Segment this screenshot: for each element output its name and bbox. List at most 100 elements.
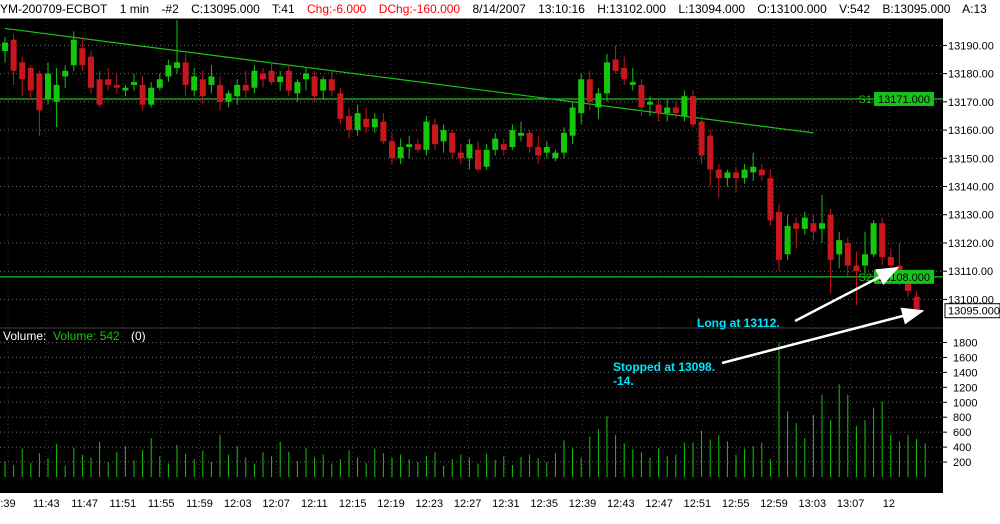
candle-body bbox=[466, 144, 473, 159]
candle bbox=[561, 127, 567, 159]
candle-body bbox=[217, 84, 223, 102]
candle bbox=[139, 76, 146, 111]
candle-body bbox=[784, 226, 791, 255]
candle-body bbox=[251, 70, 258, 88]
candle-body bbox=[354, 113, 361, 131]
time-tick-label: 12 bbox=[883, 498, 895, 510]
volume-tick-label: 800 bbox=[953, 412, 971, 424]
time-tick-label: 11:47 bbox=[71, 498, 98, 510]
time-tick-label: 11:51 bbox=[110, 498, 137, 510]
candle-body bbox=[79, 48, 86, 66]
candle-body bbox=[629, 82, 636, 85]
candle-body bbox=[569, 107, 576, 136]
candle-body bbox=[88, 56, 94, 88]
candle-body bbox=[380, 121, 387, 142]
time-tick-label: 12:55 bbox=[722, 498, 750, 510]
candle bbox=[346, 107, 352, 139]
candle-body bbox=[346, 115, 352, 131]
candle-body bbox=[36, 73, 43, 111]
price-volume-chart[interactable]: 13100.0013110.0013120.0013130.0013140.00… bbox=[0, 0, 1000, 524]
candle bbox=[225, 90, 232, 108]
candle bbox=[741, 163, 748, 184]
candle-body bbox=[647, 101, 653, 105]
candle bbox=[208, 65, 215, 94]
candlestick-series bbox=[2, 20, 920, 314]
candle bbox=[414, 138, 421, 153]
candle bbox=[432, 118, 438, 150]
candle bbox=[131, 73, 137, 91]
candle bbox=[174, 20, 180, 74]
candle bbox=[707, 130, 714, 187]
volume-tick-label: 1600 bbox=[953, 352, 977, 364]
candle bbox=[182, 53, 189, 97]
candle bbox=[509, 124, 516, 150]
candle-body bbox=[303, 73, 309, 80]
candle bbox=[492, 132, 499, 156]
candle bbox=[328, 70, 335, 97]
candle-body bbox=[449, 132, 456, 153]
support-levels bbox=[0, 98, 943, 278]
candle bbox=[389, 132, 395, 164]
candle bbox=[595, 87, 602, 119]
candle-body bbox=[277, 76, 284, 83]
candle bbox=[320, 76, 327, 100]
candle bbox=[113, 73, 120, 94]
price-tick-label: 13160.00 bbox=[948, 125, 994, 137]
candle-body bbox=[182, 62, 189, 85]
volume-title: Volume: bbox=[3, 329, 46, 343]
candle-body bbox=[612, 59, 619, 71]
volume-tick-label: 1000 bbox=[953, 397, 977, 409]
candle bbox=[156, 73, 163, 91]
candle bbox=[19, 56, 26, 97]
candle bbox=[27, 65, 34, 100]
volume-extra-label: (0) bbox=[131, 329, 146, 343]
candle bbox=[552, 149, 559, 162]
candle-body bbox=[311, 76, 318, 97]
candle bbox=[612, 45, 619, 74]
price-tick-label: 13130.00 bbox=[948, 210, 994, 222]
candle bbox=[724, 169, 731, 187]
time-tick-label: 13:07 bbox=[837, 498, 865, 510]
candle-body bbox=[397, 147, 404, 159]
candle-body bbox=[586, 79, 593, 102]
time-tick-label: 12:43 bbox=[607, 498, 635, 510]
candle bbox=[827, 209, 834, 294]
candle-body bbox=[492, 138, 499, 150]
price-tick-label: 13150.00 bbox=[948, 153, 994, 165]
time-tick-label: 12:27 bbox=[454, 498, 482, 510]
candle-body bbox=[672, 107, 679, 114]
time-tick-label: 12:51 bbox=[684, 498, 712, 510]
last-price-label: 13095.000 bbox=[948, 306, 1000, 318]
time-tick-label: 11:55 bbox=[148, 498, 175, 510]
time-tick-label: 12:11 bbox=[301, 498, 328, 510]
candle-body bbox=[870, 223, 877, 255]
candle-body bbox=[131, 82, 137, 85]
candle-body bbox=[561, 132, 567, 153]
candle-body bbox=[681, 96, 688, 116]
candle bbox=[578, 73, 585, 125]
candle bbox=[10, 34, 17, 85]
candle bbox=[569, 101, 576, 145]
candle bbox=[715, 163, 722, 198]
candle-body bbox=[242, 84, 249, 91]
candle bbox=[879, 217, 886, 266]
candle bbox=[148, 82, 155, 108]
candle-body bbox=[767, 178, 774, 221]
candle bbox=[277, 70, 284, 91]
candle-body bbox=[526, 132, 533, 148]
candle-body bbox=[457, 152, 464, 159]
candle bbox=[105, 67, 112, 91]
candle bbox=[870, 220, 877, 258]
candle-body bbox=[406, 144, 413, 148]
candle-body bbox=[45, 73, 51, 100]
candle-body bbox=[156, 79, 163, 88]
price-tick-label: 13140.00 bbox=[948, 182, 994, 194]
candle-body bbox=[810, 223, 817, 232]
candle bbox=[122, 84, 129, 97]
candle-body bbox=[174, 62, 180, 68]
time-tick-label: 12:39 bbox=[569, 498, 597, 510]
candle bbox=[767, 169, 774, 227]
candle bbox=[36, 70, 43, 136]
candle bbox=[79, 36, 86, 71]
candle-body bbox=[225, 93, 232, 102]
